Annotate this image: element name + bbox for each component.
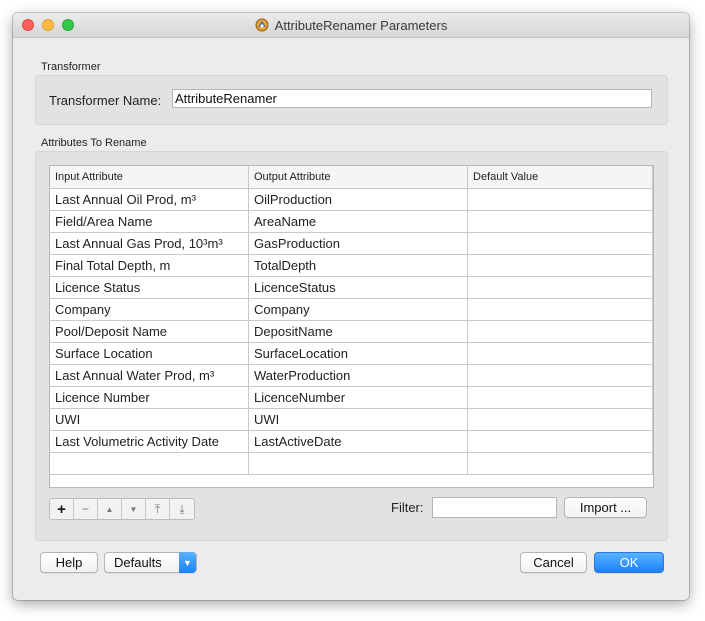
defaults-dropdown-label: Defaults — [114, 555, 162, 570]
table-row[interactable]: Company Company — [50, 299, 653, 321]
table-row[interactable]: Licence Number LicenceNumber — [50, 387, 653, 409]
input-attribute-cell[interactable]: Final Total Depth, m — [50, 255, 249, 276]
import-button[interactable]: Import ... — [564, 497, 647, 518]
move-to-bottom-button[interactable]: ⤓ — [170, 499, 194, 519]
input-attribute-cell[interactable]: Last Annual Water Prod, m³ — [50, 365, 249, 386]
move-down-button[interactable]: ▼ — [122, 499, 146, 519]
default-value-cell[interactable] — [468, 189, 653, 210]
title-bar[interactable]: AttributeRenamer Parameters — [13, 13, 689, 38]
output-attribute-cell[interactable]: LicenceNumber — [249, 387, 468, 408]
default-value-cell[interactable] — [468, 233, 653, 254]
output-attribute-cell[interactable]: DepositName — [249, 321, 468, 342]
table-row[interactable]: Field/Area Name AreaName — [50, 211, 653, 233]
add-row-button[interactable]: + — [50, 499, 74, 519]
input-attribute-cell[interactable]: Field/Area Name — [50, 211, 249, 232]
input-attribute-cell[interactable]: Surface Location — [50, 343, 249, 364]
table-row[interactable]: Last Annual Oil Prod, m³ OilProduction — [50, 189, 653, 211]
input-attribute-cell[interactable]: Last Volumetric Activity Date — [50, 431, 249, 452]
output-attribute-cell[interactable]: TotalDepth — [249, 255, 468, 276]
output-attribute-cell[interactable]: LastActiveDate — [249, 431, 468, 452]
default-value-cell[interactable] — [468, 343, 653, 364]
default-value-cell[interactable] — [468, 387, 653, 408]
transformer-name-label: Transformer Name: — [49, 93, 162, 108]
output-attribute-cell[interactable]: SurfaceLocation — [249, 343, 468, 364]
column-header-output-attribute[interactable]: Output Attribute — [249, 166, 468, 188]
input-attribute-cell[interactable]: Licence Number — [50, 387, 249, 408]
output-attribute-cell[interactable]: LicenceStatus — [249, 277, 468, 298]
move-to-top-button[interactable]: ⤒ — [146, 499, 170, 519]
transformer-name-input[interactable] — [172, 89, 652, 108]
input-attribute-cell[interactable] — [50, 453, 249, 474]
default-value-cell[interactable] — [468, 299, 653, 320]
table-row[interactable]: Final Total Depth, m TotalDepth — [50, 255, 653, 277]
table-row[interactable]: Pool/Deposit Name DepositName — [50, 321, 653, 343]
attributes-table: Input Attribute Output Attribute Default… — [49, 165, 654, 488]
table-row[interactable] — [50, 453, 653, 475]
column-header-input-attribute[interactable]: Input Attribute — [50, 166, 249, 188]
default-value-cell[interactable] — [468, 255, 653, 276]
attributes-group-label: Attributes To Rename — [41, 137, 147, 149]
input-attribute-cell[interactable]: Company — [50, 299, 249, 320]
output-attribute-cell[interactable]: WaterProduction — [249, 365, 468, 386]
input-attribute-cell[interactable]: Licence Status — [50, 277, 249, 298]
filter-input[interactable] — [432, 497, 557, 518]
input-attribute-cell[interactable]: Pool/Deposit Name — [50, 321, 249, 342]
table-row[interactable]: Surface Location SurfaceLocation — [50, 343, 653, 365]
output-attribute-cell[interactable]: Company — [249, 299, 468, 320]
input-attribute-cell[interactable]: UWI — [50, 409, 249, 430]
table-header: Input Attribute Output Attribute Default… — [50, 166, 653, 189]
chevron-down-icon: ▼ — [179, 552, 196, 573]
default-value-cell[interactable] — [468, 211, 653, 232]
window-title: AttributeRenamer Parameters — [274, 17, 448, 33]
transformer-group-label: Transformer — [41, 61, 101, 73]
cancel-button[interactable]: Cancel — [520, 552, 587, 573]
filter-label: Filter: — [391, 500, 424, 515]
output-attribute-cell[interactable] — [249, 453, 468, 474]
column-header-default-value[interactable]: Default Value — [468, 166, 653, 188]
output-attribute-cell[interactable]: UWI — [249, 409, 468, 430]
ok-button[interactable]: OK — [594, 552, 664, 573]
table-row[interactable]: Last Annual Gas Prod, 10³m³ GasProduction — [50, 233, 653, 255]
input-attribute-cell[interactable]: Last Annual Oil Prod, m³ — [50, 189, 249, 210]
help-button[interactable]: Help — [40, 552, 98, 573]
table-row[interactable]: UWI UWI — [50, 409, 653, 431]
table-row[interactable]: Last Annual Water Prod, m³ WaterProductio… — [50, 365, 653, 387]
output-attribute-cell[interactable]: AreaName — [249, 211, 468, 232]
default-value-cell[interactable] — [468, 453, 653, 474]
output-attribute-cell[interactable]: GasProduction — [249, 233, 468, 254]
move-up-button[interactable]: ▲ — [98, 499, 122, 519]
output-attribute-cell[interactable]: OilProduction — [249, 189, 468, 210]
default-value-cell[interactable] — [468, 409, 653, 430]
default-value-cell[interactable] — [468, 321, 653, 342]
default-value-cell[interactable] — [468, 277, 653, 298]
remove-row-button[interactable]: − — [74, 499, 98, 519]
defaults-dropdown[interactable]: Defaults ▼ — [104, 552, 197, 573]
table-row[interactable]: Licence Status LicenceStatus — [50, 277, 653, 299]
default-value-cell[interactable] — [468, 431, 653, 452]
default-value-cell[interactable] — [468, 365, 653, 386]
transformer-app-icon — [255, 18, 269, 32]
row-toolbar: + − ▲ ▼ ⤒ ⤓ — [49, 498, 195, 520]
input-attribute-cell[interactable]: Last Annual Gas Prod, 10³m³ — [50, 233, 249, 254]
table-row[interactable]: Last Volumetric Activity Date LastActiveD… — [50, 431, 653, 453]
